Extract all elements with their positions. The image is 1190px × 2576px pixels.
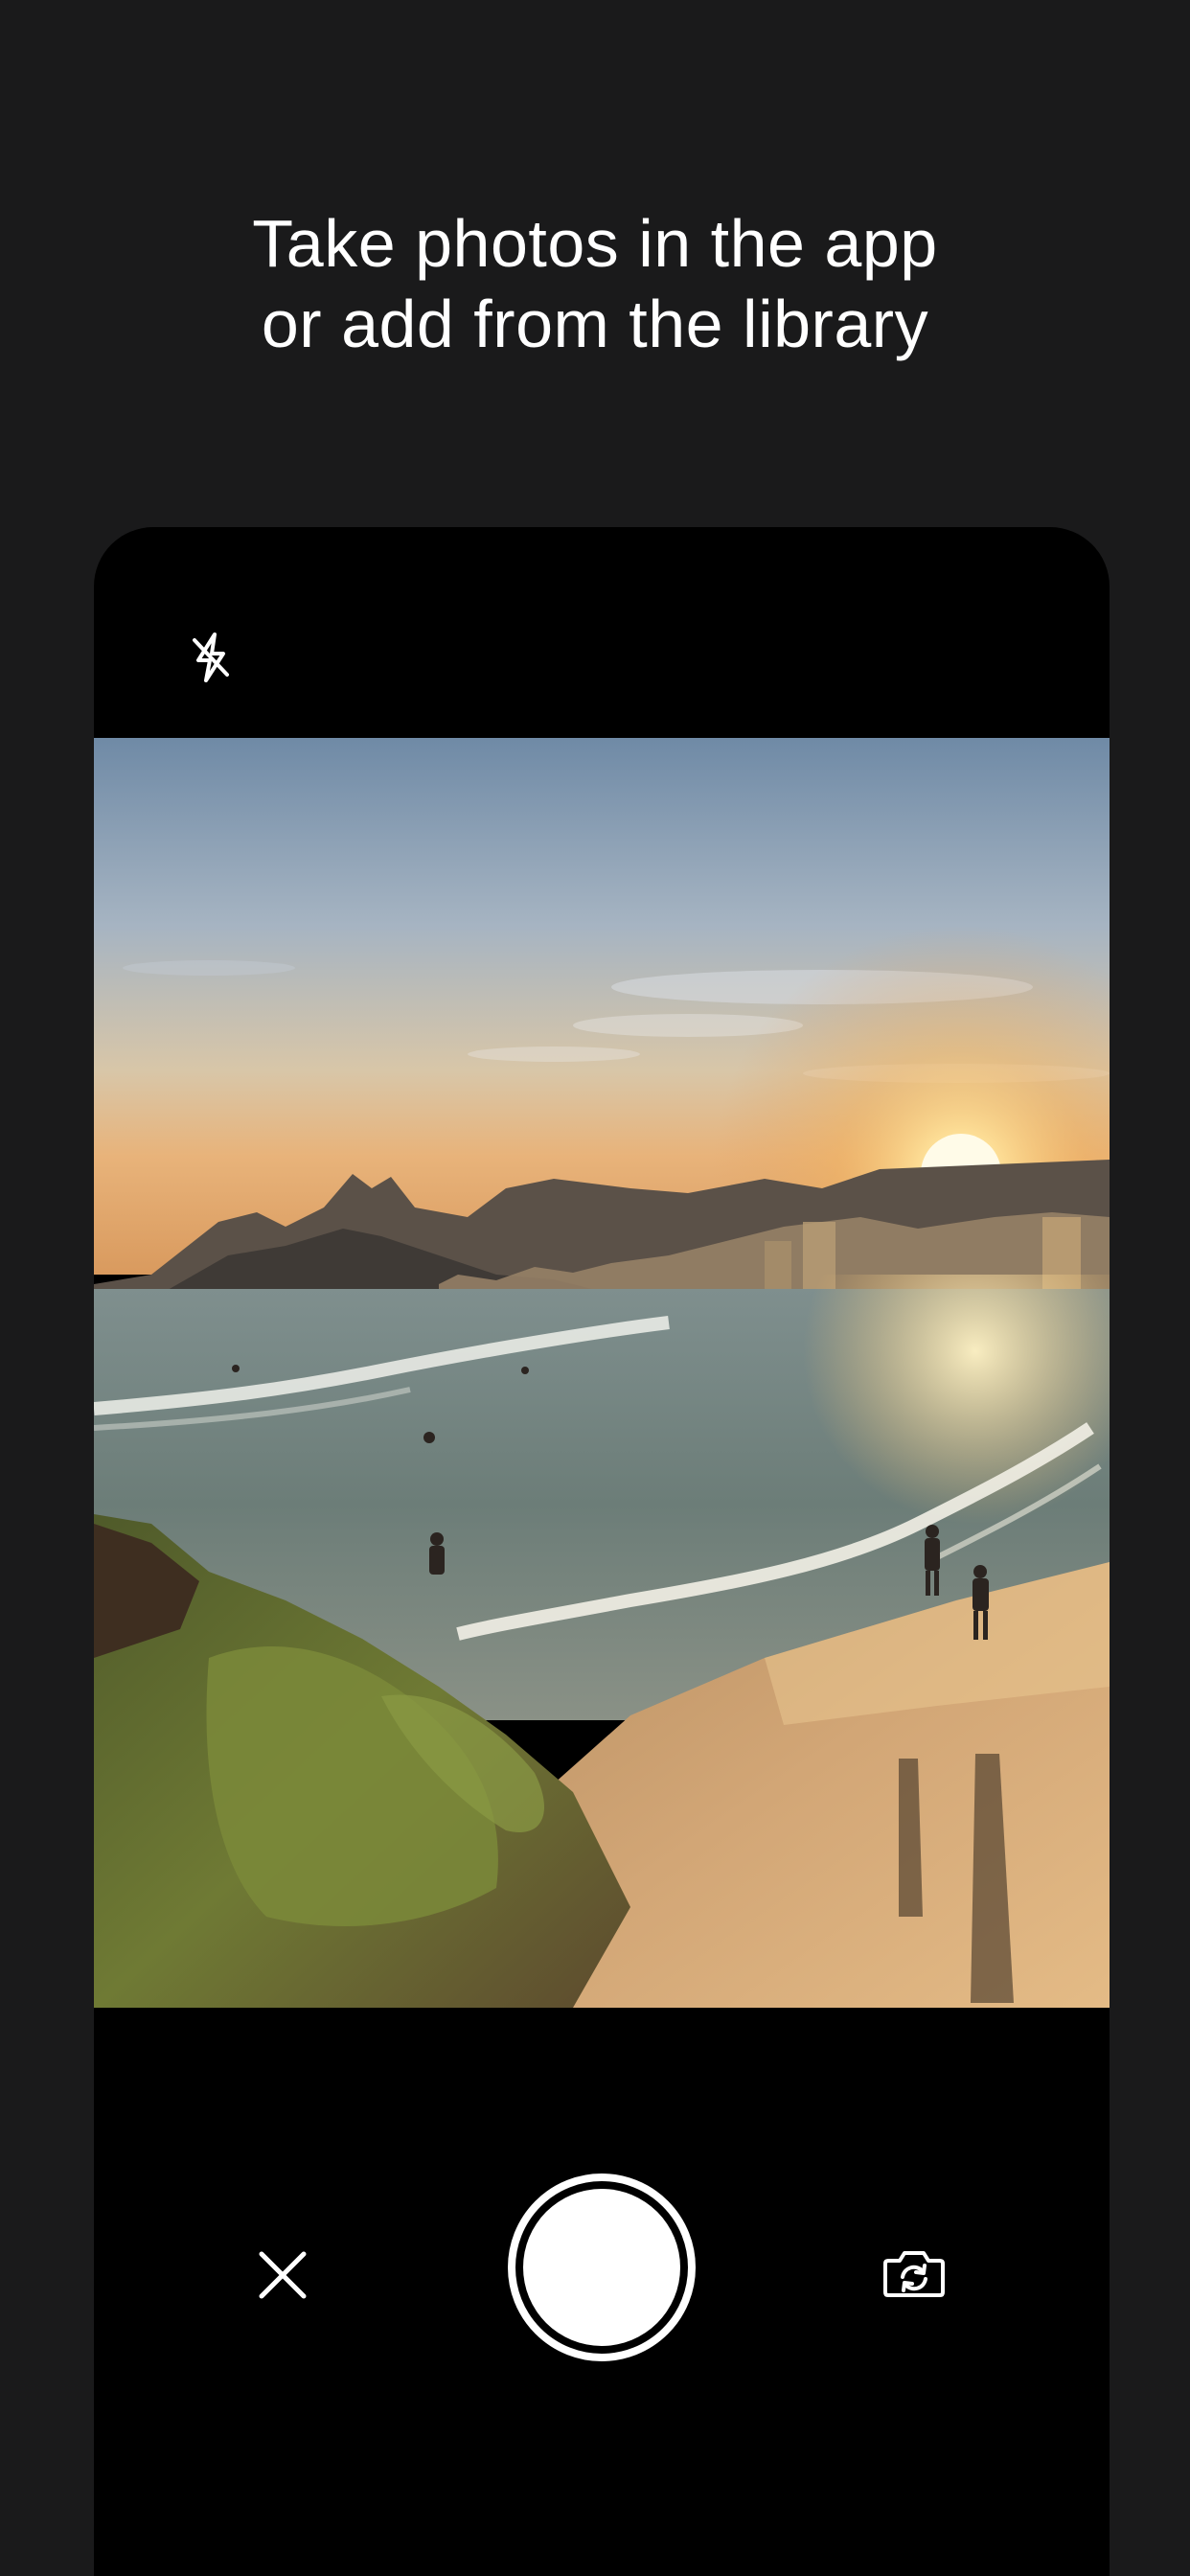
camera-viewfinder[interactable] bbox=[94, 738, 1110, 2008]
close-icon[interactable] bbox=[252, 2244, 313, 2306]
shutter-button[interactable] bbox=[508, 2174, 696, 2361]
flash-off-icon[interactable] bbox=[182, 629, 240, 686]
shutter-button-inner bbox=[523, 2189, 680, 2346]
onboarding-headline: Take photos in the app or add from the l… bbox=[252, 206, 938, 361]
camera-preview-mockup bbox=[94, 527, 1110, 2576]
flip-camera-icon[interactable] bbox=[880, 2242, 949, 2305]
onboarding-screen: Take photos in the app or add from the l… bbox=[0, 0, 1190, 2576]
camera-controls bbox=[94, 2008, 1110, 2576]
